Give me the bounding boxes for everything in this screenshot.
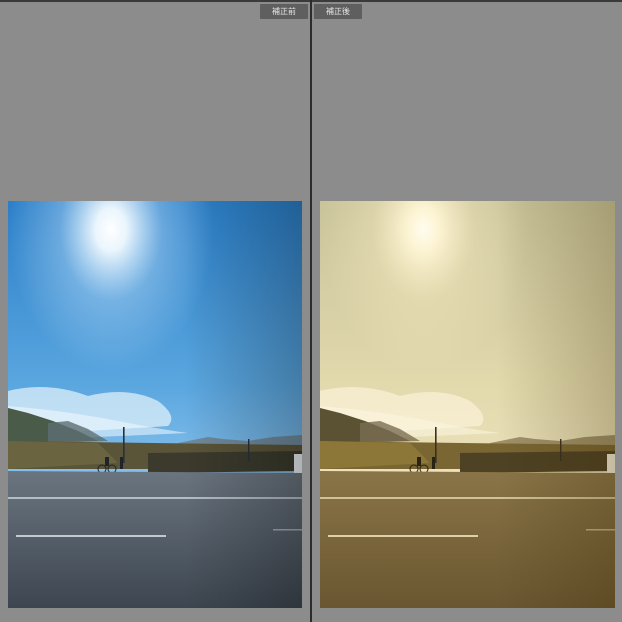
split-divider[interactable] <box>310 0 312 622</box>
before-photo-image <box>8 201 302 608</box>
before-label[interactable]: 補正前 <box>260 4 308 19</box>
after-label[interactable]: 補正後 <box>314 4 362 19</box>
before-photo <box>8 201 302 608</box>
after-photo <box>320 201 615 608</box>
after-photo-image <box>320 201 615 608</box>
